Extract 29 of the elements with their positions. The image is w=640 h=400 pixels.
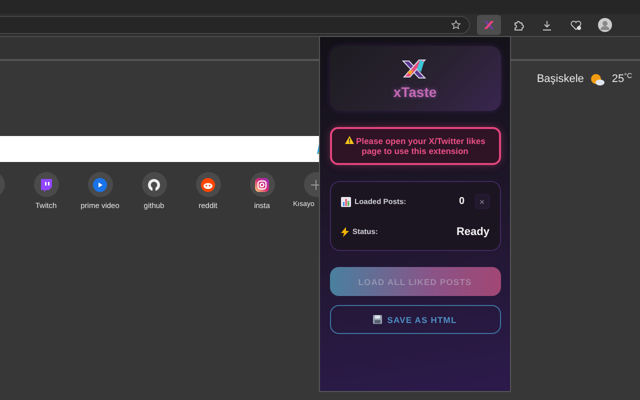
alien-icon: [201, 178, 215, 192]
avatar-icon: [598, 18, 612, 32]
download-icon: [542, 20, 552, 30]
star-icon: [451, 20, 461, 30]
stat-value: Ready: [456, 226, 490, 238]
lightning-icon: [340, 226, 348, 237]
x-logo-icon: [401, 57, 429, 81]
shortcut-tile[interactable]: [196, 172, 220, 197]
warning-text: Please open your X/Twitter likes page to use this extension: [336, 136, 494, 156]
shortcut-tile[interactable]: [142, 172, 166, 197]
extension-button[interactable]: [477, 15, 501, 35]
stat-value: 0: [458, 196, 464, 208]
heart-icon: [570, 20, 582, 30]
camera-icon: [255, 178, 269, 192]
play-icon: [93, 178, 107, 192]
chat-bubble-icon: [39, 178, 53, 192]
bar-chart-icon: [340, 196, 350, 207]
plus-icon: [310, 178, 322, 190]
x-logo-icon: [484, 21, 494, 29]
location-label: Başiskele: [536, 73, 584, 85]
shortcut-tile[interactable]: [250, 172, 274, 197]
warning-icon: [344, 136, 354, 144]
save-button[interactable]: SAVE AS HTML: [330, 305, 500, 334]
clear-button[interactable]: ×: [474, 194, 490, 210]
puzzle-icon: [513, 20, 524, 30]
shortcut-tile[interactable]: [88, 172, 112, 197]
shortcut-tile[interactable]: [34, 172, 58, 197]
app-title: xTaste: [393, 84, 437, 100]
weather-icon: [590, 72, 605, 86]
